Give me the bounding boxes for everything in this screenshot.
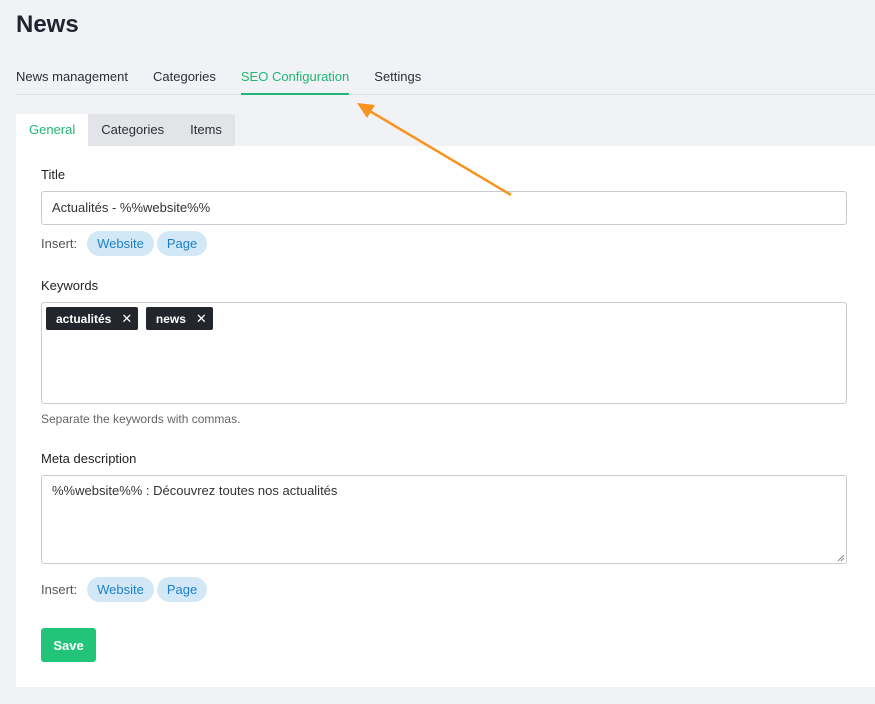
title-label: Title <box>41 167 66 182</box>
subtab-categories[interactable]: Categories <box>88 114 178 146</box>
tab-news-management[interactable]: News management <box>16 60 128 95</box>
keyword-tag: actualités ✕ <box>46 307 139 330</box>
title-input[interactable]: Actualités - %%website%% <box>41 191 847 225</box>
subtab-items[interactable]: Items <box>177 114 235 146</box>
resize-handle-icon[interactable] <box>837 554 845 562</box>
top-tab-bar: News management Categories SEO Configura… <box>16 60 875 95</box>
keyword-tag-label: actualités <box>56 311 112 326</box>
tab-categories[interactable]: Categories <box>153 60 216 95</box>
keyword-tag-label: news <box>155 311 186 326</box>
save-button[interactable]: Save <box>41 628 96 662</box>
meta-description-label: Meta description <box>41 451 137 466</box>
insert-page-button[interactable]: Page <box>156 231 208 256</box>
subtab-general[interactable]: General <box>16 114 89 146</box>
meta-description-textarea[interactable]: %%website%% : Découvrez toutes nos actua… <box>41 475 847 564</box>
insert-website-button[interactable]: Website <box>87 231 154 256</box>
remove-keyword-icon[interactable]: ✕ <box>121 311 132 327</box>
tab-settings[interactable]: Settings <box>374 60 421 95</box>
sub-tab-bar: General Categories Items <box>16 114 235 146</box>
keywords-help-text: Separate the keywords with commas. <box>41 412 241 426</box>
tab-seo-configuration[interactable]: SEO Configuration <box>240 60 350 95</box>
insert-website-button[interactable]: Website <box>87 577 154 602</box>
keywords-input[interactable]: actualités ✕ news ✕ <box>41 302 847 404</box>
meta-description-value: %%website%% : Découvrez toutes nos actua… <box>52 483 338 498</box>
title-insert-row: Insert: Website Page <box>41 231 210 256</box>
insert-label: Insert: <box>41 582 78 597</box>
insert-label: Insert: <box>41 236 78 251</box>
meta-insert-row: Insert: Website Page <box>41 577 210 602</box>
keyword-tag: news ✕ <box>145 307 213 330</box>
seo-form-card: Title Actualités - %%website%% Insert: W… <box>16 146 875 687</box>
insert-page-button[interactable]: Page <box>156 577 208 602</box>
page-title: News <box>16 11 79 38</box>
remove-keyword-icon[interactable]: ✕ <box>196 311 207 327</box>
keywords-label: Keywords <box>41 278 99 293</box>
